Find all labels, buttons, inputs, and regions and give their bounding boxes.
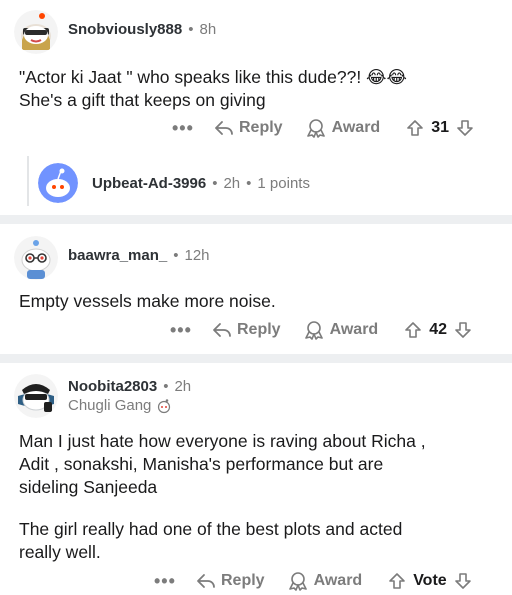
comment-body: Empty vessels make more noise. <box>19 290 276 313</box>
downvote-button[interactable] <box>454 321 472 339</box>
reply-icon <box>213 323 231 337</box>
comment-line: The girl really had one of the best plot… <box>19 519 403 539</box>
timestamp: 2h <box>223 175 241 192</box>
comment-line: Empty vessels make more noise. <box>19 291 276 311</box>
separator-dot: • <box>163 378 169 395</box>
default-snoo-avatar-icon <box>38 163 78 203</box>
vote-label: Vote <box>413 572 447 589</box>
avatar[interactable] <box>14 374 58 418</box>
timestamp: 12h <box>184 247 210 264</box>
separator-dot: • <box>173 247 179 264</box>
reply-button[interactable]: Reply <box>214 119 283 137</box>
comment-body: Man I just hate how everyone is raving a… <box>19 430 426 499</box>
more-options-button[interactable]: ••• <box>154 571 188 592</box>
upvote-button[interactable] <box>388 572 406 590</box>
upvote-arrow-icon <box>405 322 421 338</box>
reply-button[interactable]: Reply <box>212 321 281 339</box>
separator-dot: • <box>246 175 252 192</box>
comment-meta: Noobita2803 • 2h <box>68 378 191 395</box>
comment-line: "Actor ki Jaat " who speaks like this du… <box>19 67 407 87</box>
username[interactable]: Upbeat-Ad-3996 <box>92 175 206 192</box>
comment-divider <box>0 215 512 224</box>
timestamp: 8h <box>199 21 217 38</box>
award-label: Award <box>329 321 379 338</box>
vote-count: 42 <box>429 321 447 338</box>
avatar-snoo-icon <box>14 10 58 54</box>
comment-meta: baawra_man_ • 12h <box>68 247 210 264</box>
username[interactable]: baawra_man_ <box>68 247 167 264</box>
upvote-button[interactable] <box>404 321 422 339</box>
avatar-snoo-icon <box>14 374 58 418</box>
award-icon <box>306 119 325 138</box>
avatar-snoo-icon <box>14 236 58 280</box>
comment-actions: ••• Reply Award 42 <box>170 318 500 342</box>
comment-line: sideling Sanjeeda <box>19 477 158 497</box>
separator-dot: • <box>212 175 218 192</box>
downvote-arrow-icon <box>454 573 471 589</box>
reply-label: Reply <box>239 119 283 136</box>
award-label: Award <box>313 572 363 589</box>
more-options-button[interactable]: ••• <box>172 118 206 139</box>
comment-line: Adit , sonakshi, Manisha's performance b… <box>19 454 384 474</box>
more-options-button[interactable]: ••• <box>170 320 204 341</box>
vote-count: 31 <box>431 119 449 136</box>
reply-icon <box>215 121 233 135</box>
user-flair: Chugli Gang <box>68 397 172 414</box>
award-button[interactable]: Award <box>305 118 381 138</box>
avatar[interactable] <box>38 163 78 203</box>
comment-actions: ••• Reply Award Vote <box>154 569 504 593</box>
comment-line: really well. <box>19 542 101 562</box>
upvote-arrow-icon <box>389 573 405 589</box>
downvote-arrow-icon <box>455 322 471 338</box>
award-button[interactable]: Award <box>287 571 363 591</box>
comment-line: She's a gift that keeps on giving <box>19 90 266 110</box>
flair-text: Chugli Gang <box>68 397 152 414</box>
upvote-button[interactable] <box>406 119 424 137</box>
flair-snoo-icon <box>158 398 171 413</box>
award-label: Award <box>331 119 381 136</box>
downvote-button[interactable] <box>456 119 474 137</box>
thread-line <box>27 156 29 206</box>
separator-dot: • <box>188 21 194 38</box>
comment-actions: ••• Reply Award 31 <box>172 116 502 140</box>
award-button[interactable]: Award <box>303 320 379 340</box>
comment-meta: Upbeat-Ad-3996 • 2h • 1 points <box>92 175 310 192</box>
username[interactable]: Snobviously888 <box>68 21 182 38</box>
reply-button[interactable]: Reply <box>196 572 265 590</box>
comment-body: "Actor ki Jaat " who speaks like this du… <box>19 66 407 112</box>
downvote-button[interactable] <box>454 572 472 590</box>
avatar[interactable] <box>14 236 58 280</box>
comment-meta: Snobviously888 • 8h <box>68 21 216 38</box>
points: 1 points <box>257 175 310 192</box>
reply-label: Reply <box>237 321 281 338</box>
downvote-arrow-icon <box>457 120 473 136</box>
award-icon <box>304 321 323 340</box>
upvote-arrow-icon <box>407 120 423 136</box>
comment-line: Man I just hate how everyone is raving a… <box>19 431 426 451</box>
avatar[interactable] <box>14 10 58 54</box>
username[interactable]: Noobita2803 <box>68 378 157 395</box>
timestamp: 2h <box>174 378 192 395</box>
comment-body: The girl really had one of the best plot… <box>19 518 402 564</box>
reply-label: Reply <box>221 572 265 589</box>
award-icon <box>288 572 307 591</box>
reply-icon <box>197 574 215 588</box>
comment-divider <box>0 354 512 363</box>
